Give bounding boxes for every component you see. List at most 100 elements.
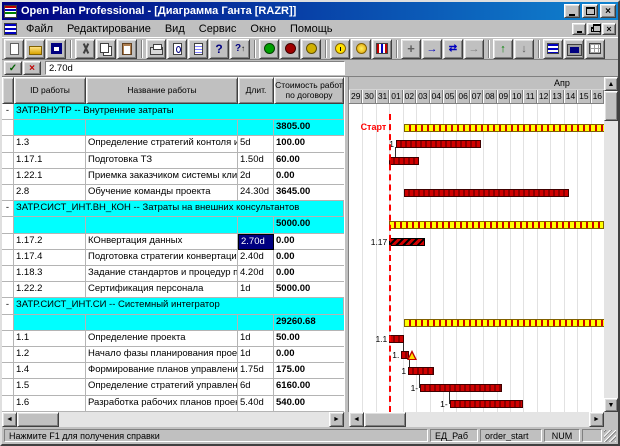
help-button[interactable] — [209, 39, 229, 59]
duration-column-header[interactable]: Длит. — [238, 77, 274, 104]
scrollbar-thumb[interactable] — [364, 412, 406, 427]
scroll-right-button[interactable] — [589, 412, 604, 427]
table-row[interactable]: 29260.68 — [2, 315, 344, 331]
milestone-marker[interactable] — [407, 350, 417, 360]
spreadsheet-view-button[interactable] — [585, 39, 605, 59]
table-row[interactable]: 1.17.2КОнвертация данных2.70d0.00 — [2, 234, 344, 250]
open-button[interactable] — [25, 39, 45, 59]
table-row[interactable]: 1.2Начало фазы планирования проекта1d0.0… — [2, 347, 344, 363]
task-bar[interactable] — [389, 238, 425, 246]
table-row[interactable]: -ЗАТР.СИСТ_ИНТ.ВН_КОН -- Затраты на внеш… — [2, 201, 344, 217]
scroll-left-button[interactable] — [349, 412, 364, 427]
summary-bar[interactable] — [389, 221, 604, 229]
print-preview-button[interactable] — [167, 39, 187, 59]
status-red-button[interactable] — [280, 39, 300, 59]
table-row[interactable]: -ЗАТР.ВНУТР -- Внутренние затраты — [2, 104, 344, 120]
app-icon[interactable] — [4, 5, 17, 18]
table-row[interactable]: 1.3Определение стратегий контоля и отч5d… — [2, 136, 344, 152]
table-row[interactable]: 1.1Определение проекта1d50.00 — [2, 331, 344, 347]
child-window-icon[interactable] — [4, 23, 17, 35]
time-now-button[interactable] — [330, 39, 350, 59]
save-button[interactable] — [46, 39, 66, 59]
table-row[interactable]: 3805.00 — [2, 120, 344, 136]
cancel-button[interactable]: × — [23, 61, 41, 75]
paste-button[interactable] — [117, 39, 137, 59]
collapse-cell[interactable]: - — [2, 201, 14, 217]
menu-item[interactable]: Помощь — [283, 21, 340, 37]
new-button[interactable] — [4, 39, 24, 59]
task-bar[interactable] — [420, 384, 502, 392]
summary-bar[interactable] — [404, 124, 604, 132]
menu-item[interactable]: Файл — [19, 21, 60, 37]
goto-button[interactable] — [464, 39, 484, 59]
cell-edit-field[interactable]: 2.70d — [45, 61, 345, 75]
table-row[interactable]: 1.18.3Задание стандартов и процедур по д… — [2, 266, 344, 282]
add-activity-button[interactable] — [401, 39, 421, 59]
insert-link-button[interactable] — [422, 39, 442, 59]
accept-button[interactable]: ✓ — [4, 61, 22, 75]
child-restore-button[interactable] — [587, 23, 601, 35]
task-bar[interactable] — [408, 367, 434, 375]
table-row[interactable]: 1.4Формирование планов управления1.75d17… — [2, 363, 344, 379]
scrollbar-thumb[interactable] — [604, 91, 618, 121]
cost-chart-button[interactable] — [372, 39, 392, 59]
menu-item[interactable]: Окно — [243, 21, 283, 37]
title-bar[interactable]: Open Plan Professional - [Диаграмма Гант… — [2, 2, 618, 20]
scroll-down-button[interactable] — [604, 398, 618, 412]
gantt-view-button[interactable] — [543, 39, 563, 59]
close-button[interactable]: × — [600, 4, 616, 18]
table-row[interactable]: 1.17.4Подготовка стратегии конвертации2.… — [2, 250, 344, 266]
task-bar[interactable] — [450, 400, 524, 408]
id-column-header[interactable]: ID работы — [14, 77, 86, 104]
table-row[interactable]: 1.5Определение стратегий управления и6d6… — [2, 379, 344, 395]
print-button[interactable] — [146, 39, 166, 59]
table-row[interactable]: -ЗАТР.СИСТ_ИНТ.СИ -- Системный интеграто… — [2, 298, 344, 314]
table-row[interactable]: 2.8Обучение команды проекта24.30d3645.00 — [2, 185, 344, 201]
table-row[interactable]: 1.6Разработка рабочих планов проекта5.40… — [2, 396, 344, 412]
task-bar[interactable] — [396, 140, 481, 148]
scrollbar-track[interactable] — [59, 412, 329, 427]
collapse-cell[interactable]: - — [2, 104, 14, 120]
context-help-button[interactable] — [230, 39, 250, 59]
scrollbar-track[interactable] — [604, 121, 618, 398]
status-yellow-button[interactable] — [301, 39, 321, 59]
scroll-left-button[interactable] — [2, 412, 17, 427]
status-green-button[interactable] — [259, 39, 279, 59]
gantt-horizontal-scrollbar[interactable] — [349, 412, 604, 427]
collapse-column-header[interactable] — [2, 77, 14, 104]
cost-column-header[interactable]: Стоимость работ по договору — [274, 77, 344, 104]
scrollbar-track[interactable] — [406, 412, 589, 427]
gantt-vertical-scrollbar[interactable] — [604, 77, 618, 412]
collapse-cell[interactable]: - — [2, 298, 14, 314]
outline-down-button[interactable] — [514, 39, 534, 59]
table-row[interactable]: 1.22.2Сертификация персонала1d5000.00 — [2, 282, 344, 298]
edit-notes-button[interactable] — [188, 39, 208, 59]
scrollbar-thumb[interactable] — [17, 412, 59, 427]
outline-up-button[interactable] — [493, 39, 513, 59]
task-duration-cell[interactable]: 2.70d — [238, 234, 274, 250]
maximize-button[interactable] — [582, 4, 598, 18]
table-row[interactable]: 1.22.1Приемка заказчиком системы клиент2… — [2, 169, 344, 185]
child-minimize-button[interactable] — [572, 23, 586, 35]
task-bar[interactable] — [404, 189, 569, 197]
copy-button[interactable] — [96, 39, 116, 59]
name-column-header[interactable]: Название работы — [86, 77, 238, 104]
menu-item[interactable]: Редактирование — [60, 21, 158, 37]
summary-bar[interactable] — [404, 319, 604, 327]
menu-item[interactable]: Сервис — [192, 21, 244, 37]
task-bar[interactable] — [389, 335, 404, 343]
menu-item[interactable]: Вид — [158, 21, 192, 37]
table-row[interactable]: 1.17.1Подготовка ТЗ1.50d60.00 — [2, 153, 344, 169]
resize-grip[interactable] — [604, 430, 616, 442]
scroll-up-button[interactable] — [604, 77, 618, 91]
scroll-right-button[interactable] — [329, 412, 344, 427]
minimize-button[interactable] — [564, 4, 580, 18]
task-bar[interactable] — [389, 157, 419, 165]
swap-links-button[interactable] — [443, 39, 463, 59]
network-view-button[interactable] — [564, 39, 584, 59]
child-close-button[interactable]: × — [602, 23, 616, 35]
cut-button[interactable] — [75, 39, 95, 59]
table-row[interactable]: 5000.00 — [2, 217, 344, 233]
table-horizontal-scrollbar[interactable] — [2, 412, 344, 427]
baseline-button[interactable] — [351, 39, 371, 59]
